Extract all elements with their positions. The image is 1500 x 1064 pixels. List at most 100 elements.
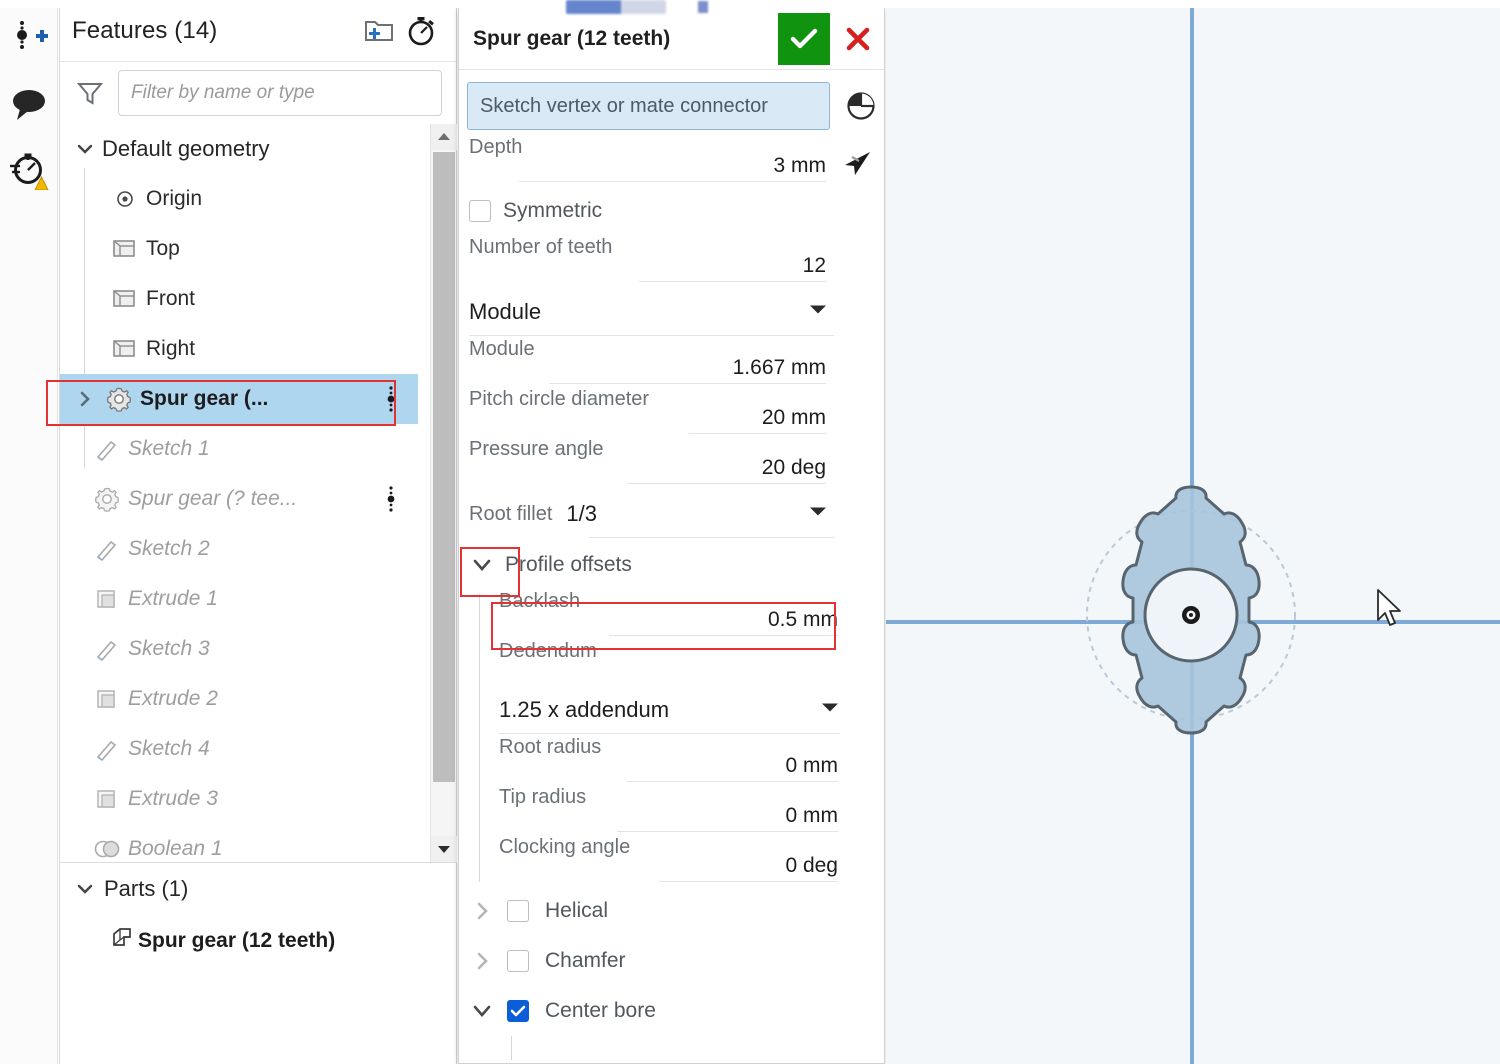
chevron-right-icon[interactable]	[72, 386, 98, 412]
size-method-select[interactable]: Module	[459, 286, 884, 338]
field-underline	[519, 181, 826, 182]
scroll-up-icon[interactable]	[431, 124, 457, 150]
new-folder-icon[interactable]	[358, 10, 400, 52]
field-underline	[689, 433, 826, 434]
sketch-vertex-selection-input[interactable]: Sketch vertex or mate connector	[467, 82, 830, 130]
center-bore-section-header[interactable]: Center bore	[459, 986, 884, 1036]
tree-item-sketch-4[interactable]: Sketch 4	[60, 724, 418, 774]
dedendum-select[interactable]: 1.25 x addendum	[499, 684, 884, 736]
tree-item-top[interactable]: Top	[60, 224, 418, 274]
spur-gear-model[interactable]	[1046, 470, 1336, 760]
tree-item-label: Top	[146, 237, 180, 260]
tree-item-default-geometry[interactable]: Default geometry	[60, 124, 418, 174]
kebab-menu-icon[interactable]	[382, 385, 400, 413]
center-bore-checkbox[interactable]	[507, 1000, 529, 1022]
profile-offsets-header[interactable]: Profile offsets	[459, 540, 884, 590]
tree-item-label: Sketch 4	[128, 737, 210, 760]
chamfer-checkbox[interactable]	[507, 950, 529, 972]
tree-item-extrude-3[interactable]: Extrude 3	[60, 774, 418, 824]
chevron-down-icon[interactable]	[469, 998, 495, 1024]
pressure-angle-field[interactable]: Pressure angle 20 deg	[459, 438, 884, 488]
clocking-angle-field[interactable]: Clocking angle 0 deg	[499, 836, 884, 886]
cancel-button[interactable]	[832, 13, 884, 65]
tree-item-front[interactable]: Front	[60, 274, 418, 324]
parts-header-label: Parts (1)	[104, 876, 189, 901]
3d-viewport[interactable]	[886, 0, 1500, 1064]
backlash-field[interactable]: Backlash 0.5 mm	[499, 590, 884, 640]
chamfer-label: Chamfer	[545, 949, 626, 972]
flip-direction-icon[interactable]	[834, 140, 882, 186]
sketch-icon	[90, 634, 124, 664]
stopwatch-icon[interactable]	[400, 10, 442, 52]
mate-connector-icon[interactable]	[838, 83, 884, 129]
field-underline	[609, 635, 838, 636]
module-field[interactable]: Module 1.667 mm	[459, 338, 884, 388]
boolean-icon	[90, 834, 124, 862]
chevron-down-icon[interactable]	[469, 552, 495, 578]
chevron-down-icon[interactable]	[808, 505, 828, 524]
field-underline	[589, 537, 834, 538]
chevron-right-icon[interactable]	[469, 898, 495, 924]
profile-offsets-label: Profile offsets	[505, 553, 632, 576]
dedendum-label: Dedendum	[499, 640, 597, 662]
number-of-teeth-field[interactable]: Number of teeth 12	[459, 236, 884, 286]
tree-item-right[interactable]: Right	[60, 324, 418, 374]
insert-feature-icon[interactable]	[6, 12, 52, 58]
tree-item-sketch-3[interactable]: Sketch 3	[60, 624, 418, 674]
helical-section-header[interactable]: Helical	[459, 886, 884, 936]
tip-radius-label: Tip radius	[499, 786, 587, 808]
chevron-right-icon[interactable]	[469, 948, 495, 974]
root-radius-label: Root radius	[499, 736, 602, 758]
tree-item-origin[interactable]: Origin	[60, 174, 418, 224]
symmetric-checkbox[interactable]	[469, 200, 491, 222]
chevron-down-icon[interactable]	[72, 876, 98, 902]
root-fillet-label: Root fillet	[469, 502, 553, 525]
feature-tree-list: Default geometry Origin Top Front Right …	[60, 124, 418, 862]
tip-radius-field[interactable]: Tip radius 0 mm	[499, 786, 884, 836]
tree-item-sketch-2[interactable]: Sketch 2	[60, 524, 418, 574]
tree-item-label: Origin	[146, 187, 203, 210]
scrollbar-thumb[interactable]	[433, 152, 455, 782]
comment-icon[interactable]	[6, 82, 52, 128]
filter-input[interactable]	[118, 70, 442, 116]
parts-header[interactable]: Parts (1)	[60, 863, 457, 915]
feature-filter-row	[60, 62, 456, 124]
tree-item-extrude-1[interactable]: Extrude 1	[60, 574, 418, 624]
chevron-down-icon[interactable]	[820, 701, 840, 720]
history-warning-icon[interactable]	[6, 146, 52, 192]
kebab-menu-icon[interactable]	[382, 485, 400, 513]
tree-item-spur-gear-selected[interactable]: Spur gear (...	[60, 374, 418, 424]
tree-item-extrude-2[interactable]: Extrude 2	[60, 674, 418, 724]
symmetric-checkbox-row[interactable]: Symmetric	[459, 186, 884, 236]
extrude-icon	[90, 584, 124, 614]
part-item-spur-gear[interactable]: Spur gear (12 teeth)	[60, 915, 457, 967]
chevron-down-icon[interactable]	[808, 303, 828, 322]
helical-checkbox[interactable]	[507, 900, 529, 922]
gear-icon	[90, 484, 124, 514]
chamfer-section-header[interactable]: Chamfer	[459, 936, 884, 986]
depth-field[interactable]: Depth 3 mm	[459, 136, 884, 186]
number-of-teeth-label: Number of teeth	[469, 236, 613, 258]
tree-item-label: Spur gear (...	[140, 387, 269, 410]
tree-item-boolean-1[interactable]: Boolean 1	[60, 824, 418, 862]
funnel-icon	[74, 78, 106, 108]
tree-item-spur-gear-2[interactable]: Spur gear (? tee...	[60, 474, 418, 524]
tree-item-label: Sketch 1	[128, 437, 210, 460]
module-value: 1.667 mm	[732, 356, 826, 379]
root-fillet-select[interactable]: Root fillet 1/3	[459, 488, 884, 540]
chevron-down-icon[interactable]	[72, 136, 98, 162]
tree-item-sketch-1[interactable]: Sketch 1	[60, 424, 418, 474]
root-radius-field[interactable]: Root radius 0 mm	[499, 736, 884, 786]
onshape-app-window: Features (14) Filter by name or type Def…	[0, 0, 1500, 1064]
field-underline	[627, 483, 826, 484]
sketch-icon	[90, 734, 124, 764]
mouse-cursor	[1377, 589, 1401, 626]
symmetric-label: Symmetric	[503, 199, 603, 222]
feature-tree-scrollbar[interactable]	[430, 124, 457, 862]
scroll-down-icon[interactable]	[431, 836, 457, 862]
center-bore-label: Center bore	[545, 999, 656, 1022]
parts-section: Parts (1) Spur gear (12 teeth)	[60, 863, 457, 967]
pitch-circle-diameter-field[interactable]: Pitch circle diameter 20 mm	[459, 388, 884, 438]
pitch-circle-diameter-value: 20 mm	[761, 406, 826, 429]
accept-button[interactable]	[778, 12, 830, 65]
